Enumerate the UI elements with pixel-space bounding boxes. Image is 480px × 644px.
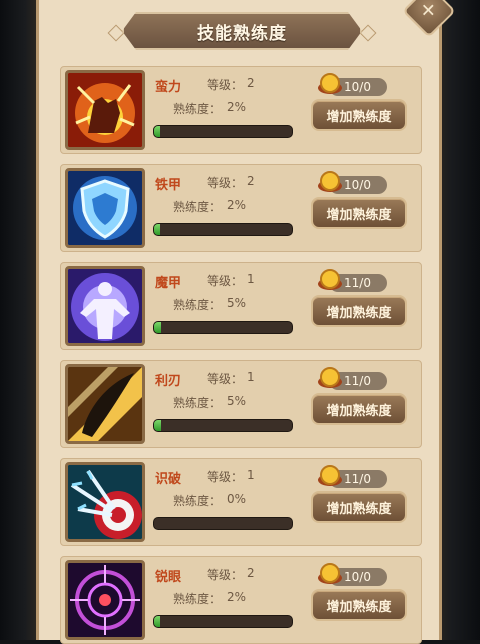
proficiency-label: 熟练度： bbox=[173, 592, 222, 606]
coin-icon bbox=[318, 269, 342, 290]
glowing-figure-icon bbox=[65, 266, 145, 346]
level-value: 1 bbox=[247, 370, 255, 384]
proficiency-bar bbox=[153, 223, 293, 236]
arrows-target-icon bbox=[65, 462, 145, 542]
fist-icon bbox=[65, 70, 145, 150]
level-label: 等级： bbox=[207, 568, 244, 582]
coin-icon bbox=[318, 465, 342, 486]
level-label: 等级： bbox=[207, 372, 244, 386]
proficiency-value: 5% bbox=[227, 394, 247, 408]
skill-row: 锐眼 等级： 2 熟练度： 2% 10/0 增加熟练度 bbox=[60, 556, 422, 644]
proficiency-value: 2% bbox=[227, 198, 247, 212]
skill-row: 利刃 等级： 1 熟练度： 5% 11/0 增加熟练度 bbox=[60, 360, 422, 448]
cost-value: 11/0 bbox=[344, 472, 371, 486]
level-label: 等级： bbox=[207, 176, 244, 190]
skill-name: 铁甲 bbox=[155, 178, 182, 193]
level-value: 1 bbox=[247, 272, 255, 286]
level-label: 等级： bbox=[207, 470, 244, 484]
coin-icon bbox=[318, 171, 342, 192]
proficiency-value: 2% bbox=[227, 590, 247, 604]
level-label: 等级： bbox=[207, 78, 244, 92]
close-icon: ✕ bbox=[421, 0, 437, 22]
add-proficiency-button[interactable]: 增加熟练度 bbox=[311, 197, 407, 229]
skill-row: 铁甲 等级： 2 熟练度： 2% 10/0 增加熟练度 bbox=[60, 164, 422, 252]
cost-value: 11/0 bbox=[344, 276, 371, 290]
skill-name: 识破 bbox=[155, 472, 182, 487]
proficiency-value: 5% bbox=[227, 296, 247, 310]
cost-value: 10/0 bbox=[344, 570, 371, 584]
add-proficiency-button[interactable]: 增加熟练度 bbox=[311, 393, 407, 425]
add-proficiency-button[interactable]: 增加熟练度 bbox=[311, 99, 407, 131]
proficiency-label: 熟练度： bbox=[173, 200, 222, 214]
cost-value: 10/0 bbox=[344, 80, 371, 94]
coin-icon bbox=[318, 367, 342, 388]
level-label: 等级： bbox=[207, 274, 244, 288]
proficiency-bar-fill bbox=[154, 616, 160, 627]
right-backdrop bbox=[436, 0, 480, 640]
level-value: 2 bbox=[247, 174, 255, 188]
shield-icon bbox=[65, 168, 145, 248]
level-value: 2 bbox=[247, 566, 255, 580]
cost-value: 11/0 bbox=[344, 374, 371, 388]
skill-name: 蛮力 bbox=[155, 80, 182, 95]
proficiency-bar-fill bbox=[154, 126, 160, 137]
panel-title: 技能熟练度 bbox=[122, 12, 362, 50]
proficiency-label: 熟练度： bbox=[173, 102, 222, 116]
skill-name: 魔甲 bbox=[155, 276, 182, 291]
proficiency-value: 0% bbox=[227, 492, 247, 506]
add-proficiency-button[interactable]: 增加熟练度 bbox=[311, 295, 407, 327]
proficiency-value: 2% bbox=[227, 100, 247, 114]
coin-icon bbox=[318, 73, 342, 94]
proficiency-bar-fill bbox=[154, 224, 160, 235]
add-proficiency-button[interactable]: 增加熟练度 bbox=[311, 491, 407, 523]
proficiency-bar bbox=[153, 321, 293, 334]
proficiency-bar-fill bbox=[154, 420, 161, 431]
proficiency-bar bbox=[153, 517, 293, 530]
level-value: 1 bbox=[247, 468, 255, 482]
skill-row: 蛮力 等级： 2 熟练度： 2% 10/0 增加熟练度 bbox=[60, 66, 422, 154]
proficiency-label: 熟练度： bbox=[173, 396, 222, 410]
left-backdrop bbox=[0, 0, 36, 640]
proficiency-bar bbox=[153, 125, 293, 138]
proficiency-bar bbox=[153, 615, 293, 628]
proficiency-label: 熟练度： bbox=[173, 494, 222, 508]
skill-name: 利刃 bbox=[155, 374, 182, 389]
proficiency-bar bbox=[153, 419, 293, 432]
skill-row: 魔甲 等级： 1 熟练度： 5% 11/0 增加熟练度 bbox=[60, 262, 422, 350]
cost-value: 10/0 bbox=[344, 178, 371, 192]
coin-icon bbox=[318, 563, 342, 584]
blade-icon bbox=[65, 364, 145, 444]
crosshair-icon bbox=[65, 560, 145, 640]
proficiency-bar-fill bbox=[154, 322, 161, 333]
proficiency-label: 熟练度： bbox=[173, 298, 222, 312]
skill-name: 锐眼 bbox=[155, 570, 182, 585]
skill-row: 识破 等级： 1 熟练度： 0% 11/0 增加熟练度 bbox=[60, 458, 422, 546]
level-value: 2 bbox=[247, 76, 255, 90]
add-proficiency-button[interactable]: 增加熟练度 bbox=[311, 589, 407, 621]
